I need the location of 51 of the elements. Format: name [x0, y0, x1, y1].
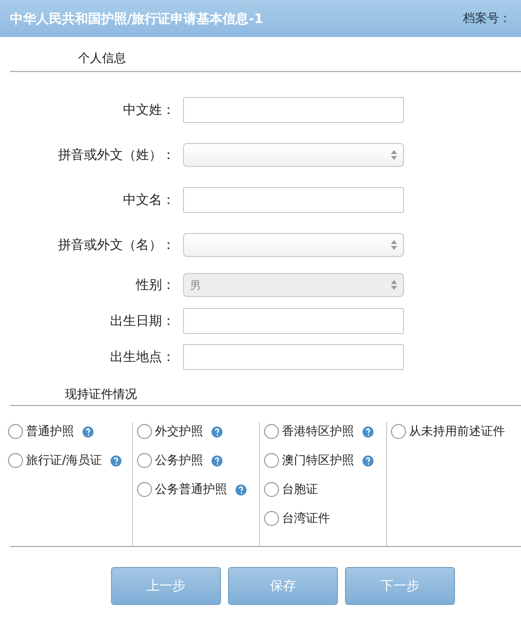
input-field[interactable]	[183, 308, 404, 334]
help-icon[interactable]	[235, 484, 247, 496]
field-label: 中文名：	[122, 192, 176, 208]
radio-button[interactable]	[264, 482, 279, 497]
option-label: 台胞证	[282, 481, 318, 498]
field-label: 出生日期：	[109, 313, 176, 330]
option-label: 公务普通护照	[155, 481, 227, 498]
option-label: 普通护照	[26, 423, 74, 440]
step-button[interactable]: 保存	[228, 567, 338, 605]
file-number-label: 档案号：	[463, 10, 511, 27]
input-field[interactable]	[183, 186, 404, 212]
field-label: 拼音或外文（姓）：	[57, 146, 176, 164]
help-icon[interactable]	[362, 426, 374, 438]
radio-button[interactable]	[8, 453, 23, 468]
radio-button[interactable]	[137, 482, 152, 497]
radio-button[interactable]	[264, 424, 279, 439]
help-icon[interactable]	[110, 454, 122, 466]
option-label: 公务护照	[155, 452, 203, 469]
step-button[interactable]: 下一步	[345, 567, 455, 605]
help-icon[interactable]	[82, 426, 94, 438]
option-label: 外交护照	[155, 423, 203, 440]
radio-button[interactable]	[264, 453, 279, 468]
option-label: 台湾证件	[282, 510, 330, 527]
updown-caret-icon	[391, 280, 397, 290]
page-title: 中华人民共和国护照/旅行证申请基本信息-1	[10, 10, 264, 28]
help-icon[interactable]	[362, 454, 374, 466]
option-label: 从未持用前述证件	[409, 423, 505, 440]
option-label: 澳门特区护照	[282, 452, 354, 469]
updown-caret-icon	[391, 150, 397, 160]
updown-caret-icon	[391, 240, 397, 250]
option-label: 香港特区护照	[282, 423, 354, 440]
radio-button[interactable]	[137, 453, 152, 468]
radio-button[interactable]	[137, 424, 152, 439]
field-label: 性别：	[134, 277, 176, 294]
help-icon[interactable]	[211, 454, 223, 466]
section-title: 现持证件情况	[65, 387, 137, 401]
radio-button[interactable]	[391, 424, 406, 439]
field-label: 中文姓：	[122, 102, 176, 118]
select-field[interactable]: 男	[183, 273, 404, 297]
select-field[interactable]	[183, 142, 404, 166]
input-field[interactable]	[183, 344, 404, 370]
field-label: 拼音或外文（名）：	[57, 236, 176, 254]
select-field[interactable]	[183, 232, 404, 256]
field-label: 出生地点：	[109, 349, 176, 366]
option-label: 旅行证/海员证	[26, 452, 102, 469]
radio-button[interactable]	[8, 424, 23, 439]
step-button[interactable]: 上一步	[111, 567, 221, 605]
section-title: 个人信息	[78, 51, 126, 65]
help-icon[interactable]	[211, 426, 223, 438]
input-field[interactable]	[183, 96, 404, 122]
radio-button[interactable]	[264, 511, 279, 526]
